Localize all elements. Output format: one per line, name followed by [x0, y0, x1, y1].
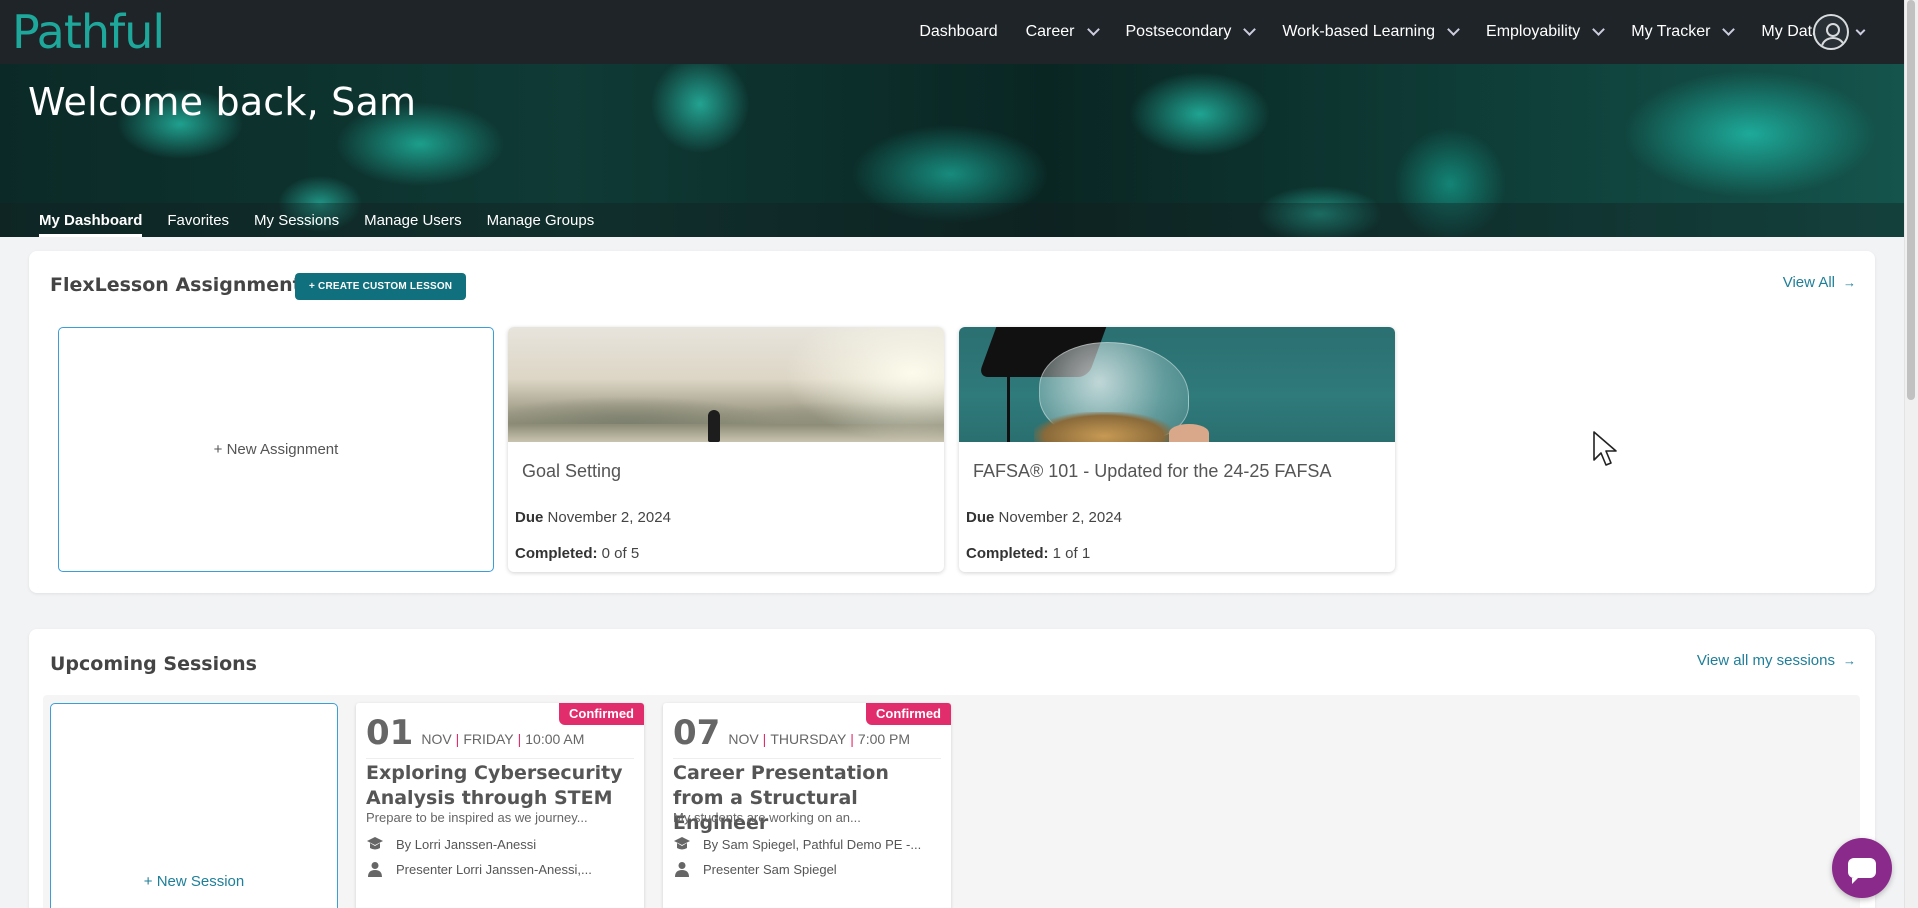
new-assignment-card[interactable]: + New Assignment — [58, 327, 494, 572]
tab-my-sessions[interactable]: My Sessions — [254, 203, 339, 237]
hero-banner: Welcome back, Sam My Dashboard Favorites… — [0, 64, 1904, 237]
chevron-down-icon — [1722, 23, 1736, 36]
view-all-sessions-link[interactable]: View all my sessions → — [1697, 652, 1856, 669]
session-by: By Lorri Janssen-Anessi — [366, 836, 536, 852]
graduation-cap-icon — [673, 836, 691, 852]
user-circle-icon — [1813, 14, 1849, 50]
new-session-card[interactable]: + New Session — [50, 703, 338, 908]
sessions-title: Upcoming Sessions — [50, 653, 257, 675]
chevron-down-icon — [1447, 23, 1460, 36]
lesson-card[interactable]: Goal Setting Due November 2, 2024 Comple… — [508, 327, 944, 572]
session-description: Prepare to be inspired as we journey... — [366, 810, 588, 825]
logo-text: Pathful — [12, 5, 165, 59]
tab-manage-users[interactable]: Manage Users — [364, 203, 462, 237]
lesson-completed: Completed: 1 of 1 — [966, 545, 1091, 562]
session-date: 01 NOV | FRIDAY | 10:00 AM — [366, 713, 585, 753]
session-date: 07 NOV | THURSDAY | 7:00 PM — [673, 713, 911, 753]
nav-dashboard[interactable]: Dashboard — [919, 23, 997, 41]
chat-button[interactable] — [1832, 838, 1892, 898]
user-menu[interactable] — [1813, 14, 1866, 50]
dashboard-tabs: My Dashboard Favorites My Sessions Manag… — [0, 203, 1904, 237]
lesson-completed: Completed: 0 of 5 — [515, 545, 640, 562]
tab-manage-groups[interactable]: Manage Groups — [487, 203, 595, 237]
nav-employability[interactable]: Employability — [1486, 23, 1606, 41]
welcome-title: Welcome back, Sam — [28, 80, 417, 124]
main-nav: Dashboard Career Postsecondary Work-base… — [891, 0, 1846, 64]
lesson-due: Due November 2, 2024 — [515, 509, 671, 526]
session-title: Exploring Cybersecurity Analysis through… — [366, 762, 623, 809]
flexlesson-title: FlexLesson Assignments — [50, 274, 314, 296]
sessions-panel: Upcoming Sessions View all my sessions →… — [29, 629, 1875, 908]
session-by: By Sam Spiegel, Pathful Demo PE -... — [673, 836, 921, 852]
person-icon — [673, 861, 691, 877]
pathful-logo[interactable]: Pathful — [12, 2, 165, 62]
flexlesson-panel: FlexLesson Assignments + CREATE CUSTOM L… — [29, 251, 1875, 593]
nav-career[interactable]: Career — [1026, 23, 1100, 41]
session-card[interactable]: Confirmed 01 NOV | FRIDAY | 10:00 AM Explori… — [356, 703, 644, 908]
create-custom-lesson-button[interactable]: + CREATE CUSTOM LESSON — [295, 273, 467, 300]
nav-my-tracker[interactable]: My Tracker — [1631, 23, 1736, 41]
chat-bubble-icon — [1848, 858, 1876, 884]
chevron-down-icon — [1855, 25, 1866, 35]
lesson-image — [508, 327, 944, 442]
tab-my-dashboard[interactable]: My Dashboard — [39, 203, 143, 237]
session-card[interactable]: Confirmed 07 NOV | THURSDAY | 7:00 PM Career… — [663, 703, 951, 908]
tab-favorites[interactable]: Favorites — [167, 203, 229, 237]
chevron-down-icon — [1243, 23, 1257, 36]
mouse-cursor-icon — [1593, 431, 1617, 466]
top-navbar: Pathful Dashboard Career Postsecondary W… — [0, 0, 1904, 64]
lesson-title: FAFSA® 101 - Updated for the 24-25 FAFSA — [973, 461, 1332, 481]
view-all-link[interactable]: View All → — [1783, 274, 1856, 291]
lesson-image — [959, 327, 1395, 442]
page-scrollbar[interactable] — [1904, 0, 1918, 908]
arrow-right-icon: → — [1843, 653, 1856, 668]
nav-postsecondary[interactable]: Postsecondary — [1126, 23, 1257, 41]
person-icon — [366, 861, 384, 877]
arrow-right-icon: → — [1843, 275, 1856, 290]
session-presenter: Presenter Sam Spiegel — [673, 861, 837, 877]
session-presenter: Presenter Lorri Janssen-Anessi,... — [366, 861, 592, 877]
chevron-down-icon — [1086, 23, 1100, 36]
scrollbar-thumb[interactable] — [1907, 0, 1915, 400]
lesson-title: Goal Setting — [522, 461, 622, 481]
session-description: My students are working on an... — [673, 810, 861, 825]
lesson-card[interactable]: FAFSA® 101 - Updated for the 24-25 FAFSA… — [959, 327, 1395, 572]
chevron-down-icon — [1592, 23, 1606, 36]
nav-work-based-learning[interactable]: Work-based Learning — [1282, 23, 1460, 41]
graduation-cap-icon — [366, 836, 384, 852]
lesson-due: Due November 2, 2024 — [966, 509, 1122, 526]
